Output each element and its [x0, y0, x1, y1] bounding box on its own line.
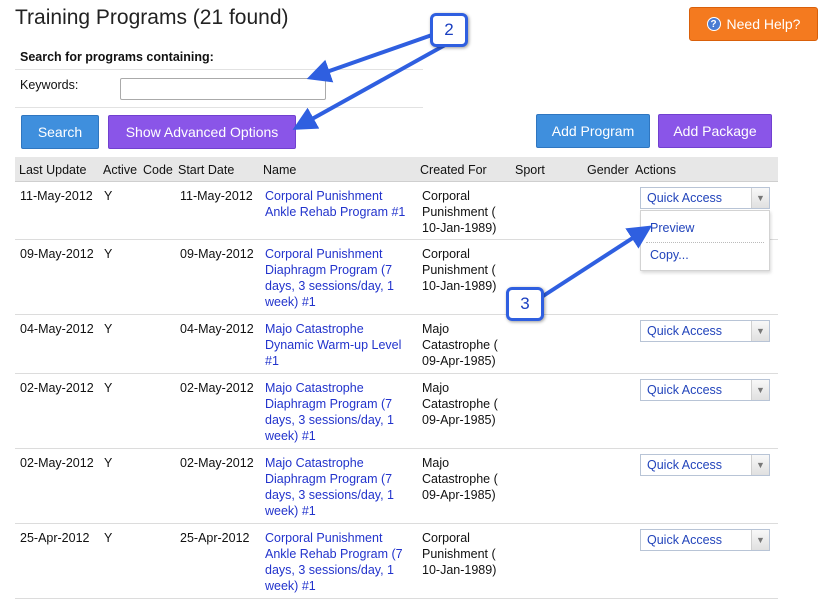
- callout-badge-3: 3: [506, 287, 544, 321]
- callout-badge-2: 2: [430, 13, 468, 47]
- arrow-to-preview: [538, 225, 653, 300]
- annotation-arrows: [292, 33, 653, 300]
- arrow-to-keywords: [306, 33, 433, 83]
